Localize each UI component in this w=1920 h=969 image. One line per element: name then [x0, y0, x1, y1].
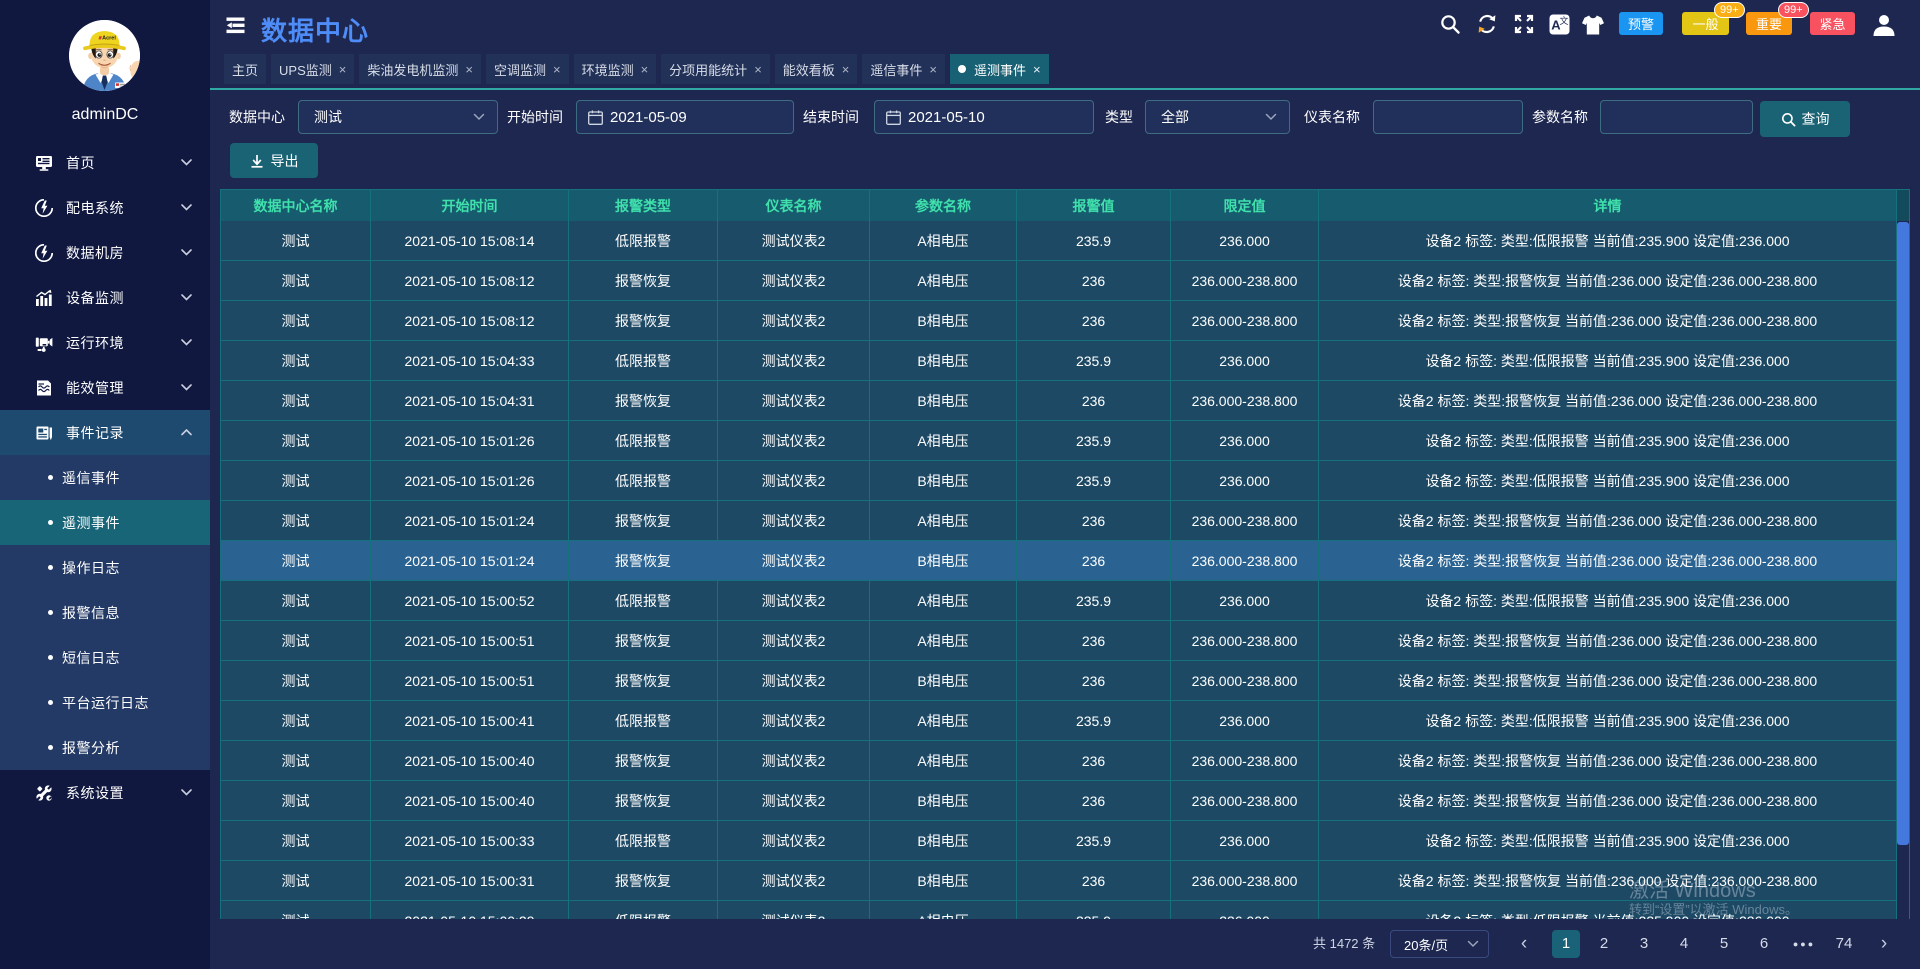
svg-text:文: 文: [1559, 15, 1568, 26]
svg-text:Acrel: Acrel: [102, 36, 116, 42]
